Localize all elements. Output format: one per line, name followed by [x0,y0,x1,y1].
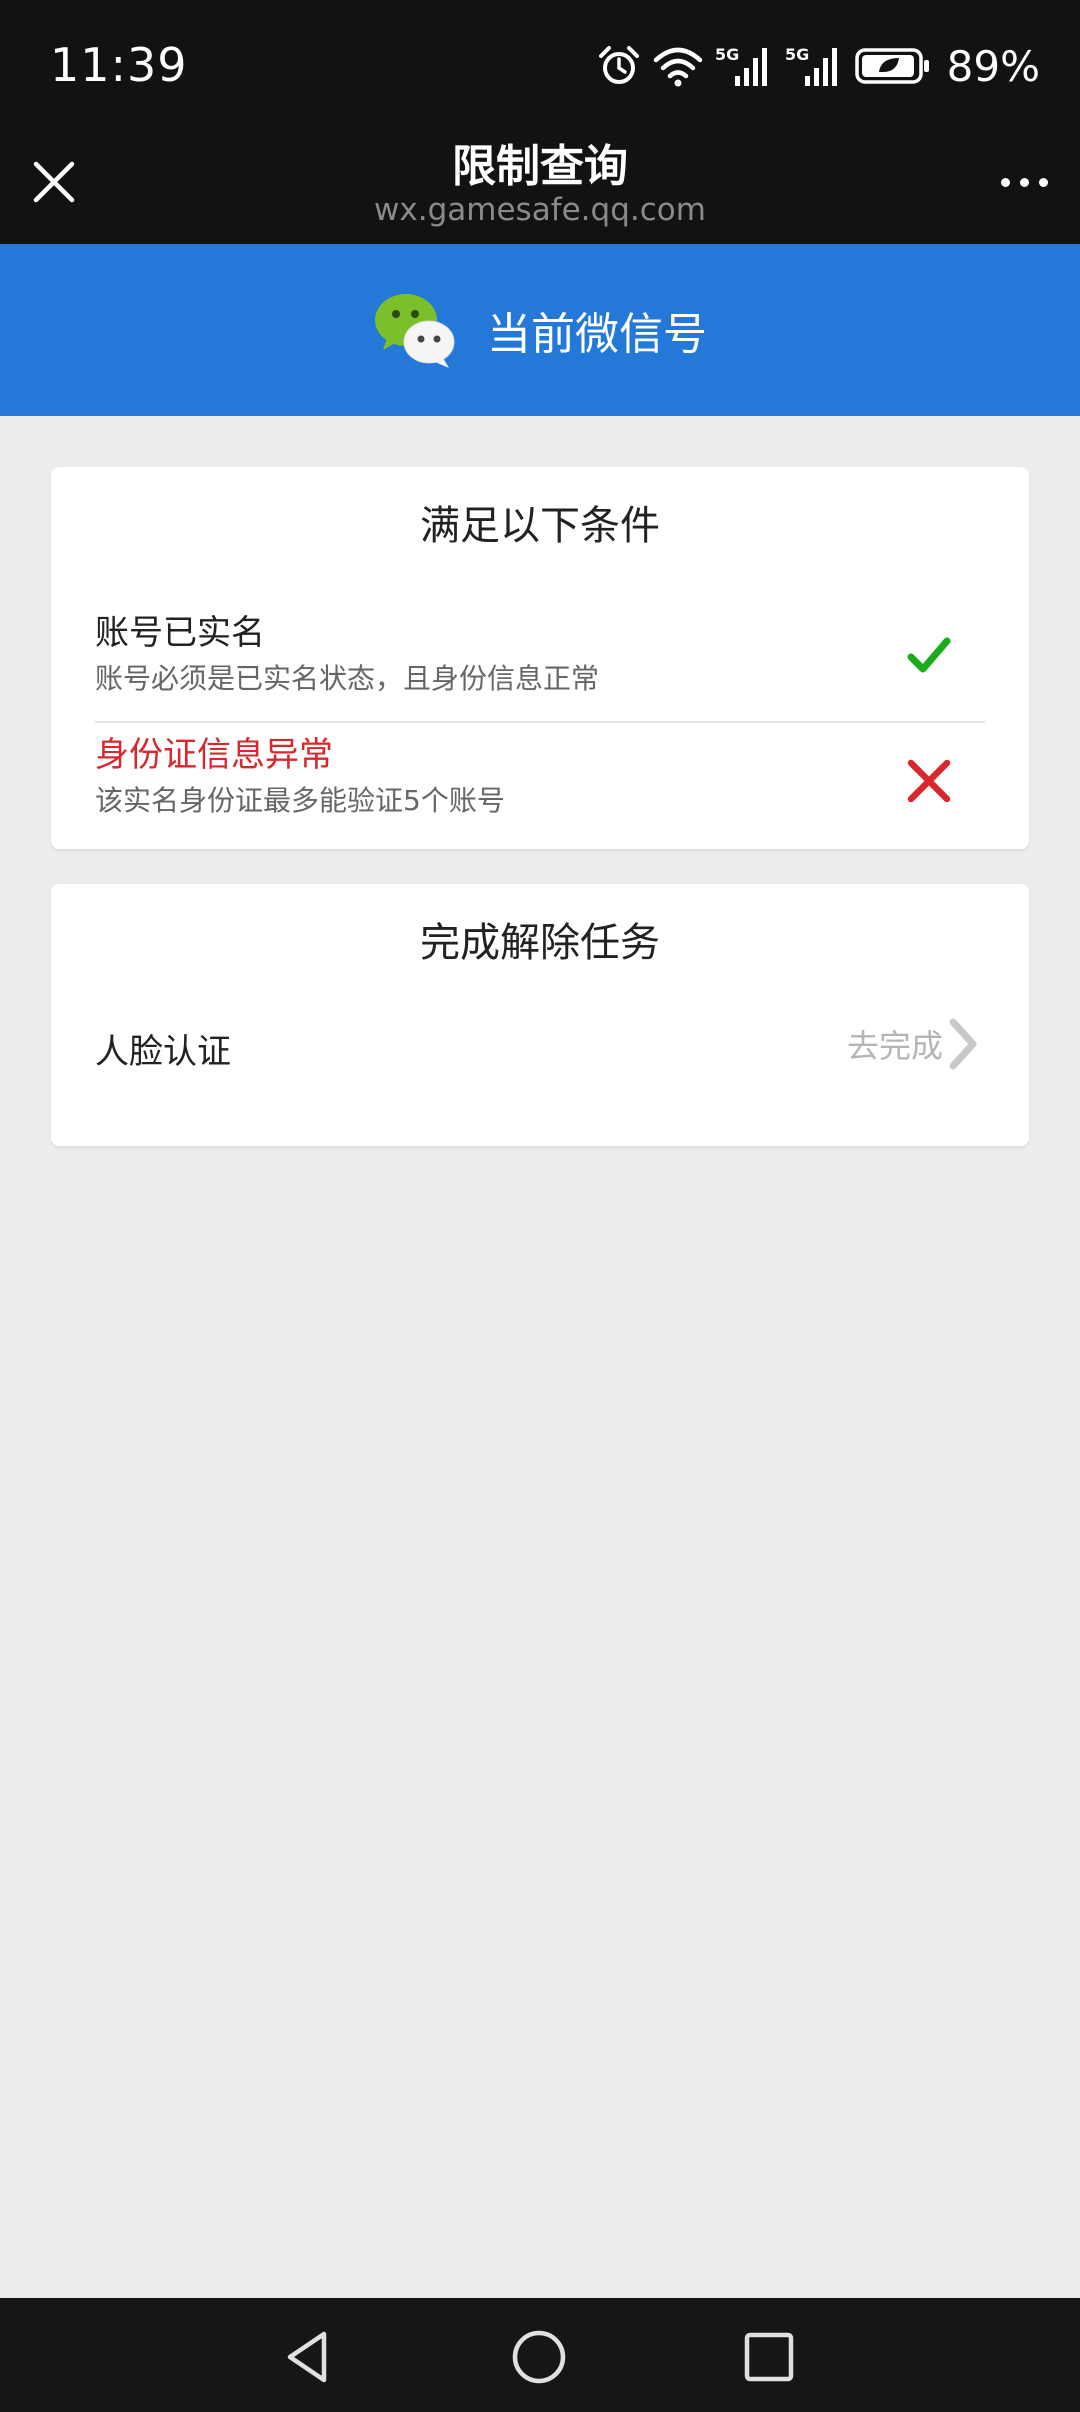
page-title: 限制查询 [452,141,628,192]
task-item: 人脸认证 去完成 [95,1018,985,1098]
task-label: 人脸认证 [95,1032,231,1072]
account-label: 当前微信号 [487,309,707,360]
title-bar: 限制查询 wx.gamesafe.qq.com [0,122,1080,244]
back-icon[interactable] [278,2326,340,2388]
signal-5g-icon: 5G [715,45,767,86]
page-domain: wx.gamesafe.qq.com [374,192,706,228]
condition-item: 账号已实名 账号必须是已实名状态，且身份信息正常 [95,601,985,723]
account-header: 当前微信号 [0,244,1080,416]
condition-title: 身份证信息异常 [95,735,333,775]
go-complete-label: 去完成 [846,1027,943,1065]
recent-apps-icon[interactable] [738,2326,800,2388]
wifi-icon [653,47,702,87]
status-time: 11:39 [50,38,188,92]
more-button[interactable] [992,158,1056,206]
chevron-right-icon [949,1018,977,1070]
conditions-card: 满足以下条件 账号已实名 账号必须是已实名状态，且身份信息正常 身份证信息异常 … [51,467,1029,849]
conditions-title: 满足以下条件 [420,503,660,549]
condition-description: 该实名身份证最多能验证5个账号 [95,784,505,817]
go-complete-button[interactable]: 去完成 [847,1018,979,1070]
status-icons: 5G 5G 89% [597,40,1040,92]
battery-icon [854,48,929,84]
check-icon [907,637,951,673]
cross-icon [907,759,951,803]
more-icon [1000,177,1010,187]
wechat-icon [375,294,455,368]
condition-description: 账号必须是已实名状态，且身份信息正常 [95,662,600,695]
tasks-card: 完成解除任务 人脸认证 去完成 [51,884,1029,1146]
condition-title: 账号已实名 [95,613,265,653]
home-icon[interactable] [508,2326,570,2388]
navigation-bar [0,2298,1080,2412]
signal-5g-icon: 5G [785,45,837,86]
battery-percentage: 89% [946,41,1040,91]
svg-text:5G: 5G [715,45,739,64]
svg-text:5G: 5G [785,45,809,64]
tasks-title: 完成解除任务 [420,920,660,966]
status-bar: 11:39 5G 5G 89% [0,0,1080,122]
condition-item: 身份证信息异常 该实名身份证最多能验证5个账号 [95,723,985,845]
alarm-icon [598,46,639,84]
